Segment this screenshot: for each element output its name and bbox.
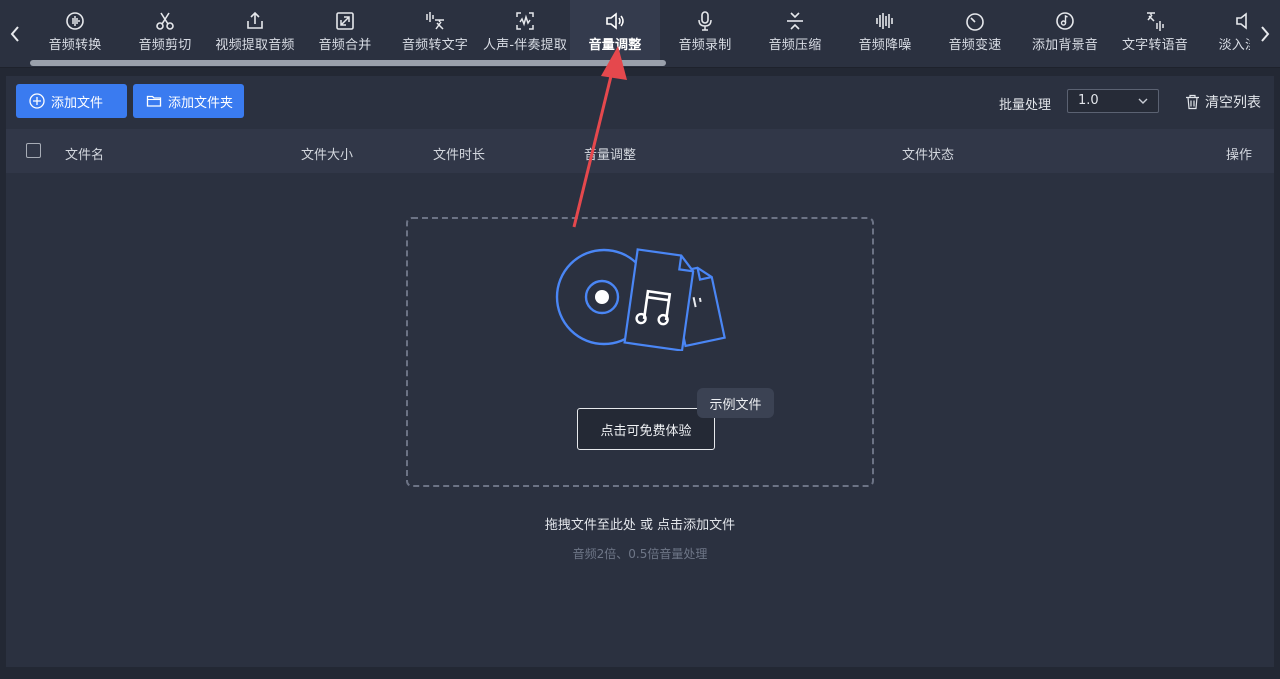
column-file-size: 文件大小 — [301, 148, 354, 163]
chevron-down-icon — [1138, 98, 1148, 104]
tool-label: 音量调整 — [588, 38, 642, 53]
tool-label: 音频录制 — [678, 38, 732, 53]
scroll-right-button[interactable] — [1250, 0, 1280, 68]
chevron-right-icon — [1261, 26, 1270, 42]
text-to-speech-icon — [1147, 12, 1164, 31]
feature-toolbar: 音频转换 音频剪切 视频提取音频 音频合并 音频转文字 人声-伴奏提取 音量调整 — [0, 0, 1280, 68]
column-file-duration: 文件时长 — [433, 148, 486, 163]
tool-label: 音频合并 — [318, 38, 372, 53]
tool-label: 视频提取音频 — [215, 38, 295, 53]
batch-value-select[interactable]: 1.0 — [1067, 89, 1159, 113]
tool-label: 音频降噪 — [858, 38, 912, 53]
speed-icon — [966, 13, 984, 31]
free-trial-button[interactable]: 点击可免费体验 — [577, 408, 715, 450]
sample-file-label: 示例文件 — [709, 397, 762, 413]
tool-label: 音频压缩 — [768, 38, 822, 53]
fade-icon — [1236, 12, 1247, 30]
scrollbar-thumb[interactable] — [30, 60, 666, 66]
add-file-label: 添加文件 — [51, 95, 104, 111]
tool-audio-compress[interactable]: 音频压缩 — [750, 0, 840, 60]
sample-file-tag[interactable]: 示例文件 — [697, 388, 774, 418]
tool-audio-merge[interactable]: 音频合并 — [300, 0, 390, 60]
vocal-extract-icon — [516, 12, 534, 30]
tool-label: 音频变速 — [948, 38, 1002, 53]
toolbar-scrollbar[interactable] — [30, 60, 670, 66]
tool-label: 添加背景音 — [1031, 38, 1098, 53]
batch-process-label: 批量处理 — [999, 98, 1052, 113]
clear-list-label: 清空列表 — [1205, 95, 1261, 111]
free-trial-label: 点击可免费体验 — [600, 423, 692, 439]
drop-subhint-text: 音频2倍、0.5倍音量处理 — [572, 547, 708, 561]
scroll-left-button[interactable] — [0, 0, 30, 68]
column-actions: 操作 — [1226, 148, 1253, 163]
file-table-header: 文件名 文件大小 文件时长 音量调整 文件状态 操作 — [6, 129, 1274, 173]
export-icon — [247, 11, 263, 29]
tool-label: 淡入淡出 — [1218, 38, 1250, 53]
microphone-icon — [698, 11, 712, 31]
file-panel: 添加文件 添加文件夹 批量处理 1.0 清空列表 文件名 文件大小 文件时长 音… — [6, 76, 1274, 667]
clear-list-button[interactable]: 清空列表 — [1185, 92, 1261, 112]
tool-vocal-extract[interactable]: 人声-伴奏提取 — [480, 0, 570, 60]
tool-audio-record[interactable]: 音频录制 — [660, 0, 750, 60]
tool-audio-cut[interactable]: 音频剪切 — [120, 0, 210, 60]
tool-label: 音频转换 — [48, 38, 102, 53]
audio-convert-icon — [66, 12, 84, 30]
tool-fade[interactable]: 淡入淡出 — [1200, 0, 1250, 60]
column-file-status: 文件状态 — [902, 148, 955, 163]
tool-text-to-speech[interactable]: 文字转语音 — [1110, 0, 1200, 60]
audio-files-illustration — [555, 248, 726, 351]
tool-label: 音频转文字 — [401, 38, 468, 53]
column-file-name: 文件名 — [65, 148, 105, 163]
batch-value: 1.0 — [1078, 93, 1099, 108]
merge-icon — [336, 12, 354, 30]
add-folder-label: 添加文件夹 — [168, 95, 234, 111]
speech-to-text-icon — [426, 12, 444, 30]
tool-volume-adjust[interactable]: 音量调整 — [570, 0, 660, 60]
tool-video-extract-audio[interactable]: 视频提取音频 — [210, 0, 300, 60]
volume-icon — [606, 12, 624, 30]
add-file-button[interactable]: 添加文件 — [16, 84, 127, 118]
drop-hint-text: 拖拽文件至此处 或 点击添加文件 — [544, 518, 736, 533]
folder-icon — [146, 95, 162, 107]
scissors-icon — [156, 12, 174, 30]
file-drop-zone[interactable]: 点击可免费体验 示例文件 — [406, 217, 874, 487]
tool-add-background-music[interactable]: 添加背景音 — [1020, 0, 1110, 60]
add-folder-button[interactable]: 添加文件夹 — [133, 84, 244, 118]
tool-label: 人声-伴奏提取 — [482, 38, 568, 53]
column-volume-adjust: 音量调整 — [584, 148, 637, 163]
select-all-checkbox[interactable] — [26, 143, 41, 158]
chevron-left-icon — [10, 26, 19, 42]
tool-audio-to-text[interactable]: 音频转文字 — [390, 0, 480, 60]
trash-icon — [1186, 94, 1199, 110]
background-music-icon — [1056, 12, 1074, 30]
plus-circle-icon — [29, 93, 45, 109]
tool-audio-convert[interactable]: 音频转换 — [30, 0, 120, 60]
tool-label: 音频剪切 — [138, 38, 192, 53]
compress-icon — [787, 12, 803, 30]
denoise-icon — [876, 13, 893, 29]
tool-audio-denoise[interactable]: 音频降噪 — [840, 0, 930, 60]
tool-list: 音频转换 音频剪切 视频提取音频 音频合并 音频转文字 人声-伴奏提取 音量调整 — [30, 0, 1250, 60]
tool-audio-speed[interactable]: 音频变速 — [930, 0, 1020, 60]
tool-label: 文字转语音 — [1121, 38, 1188, 53]
